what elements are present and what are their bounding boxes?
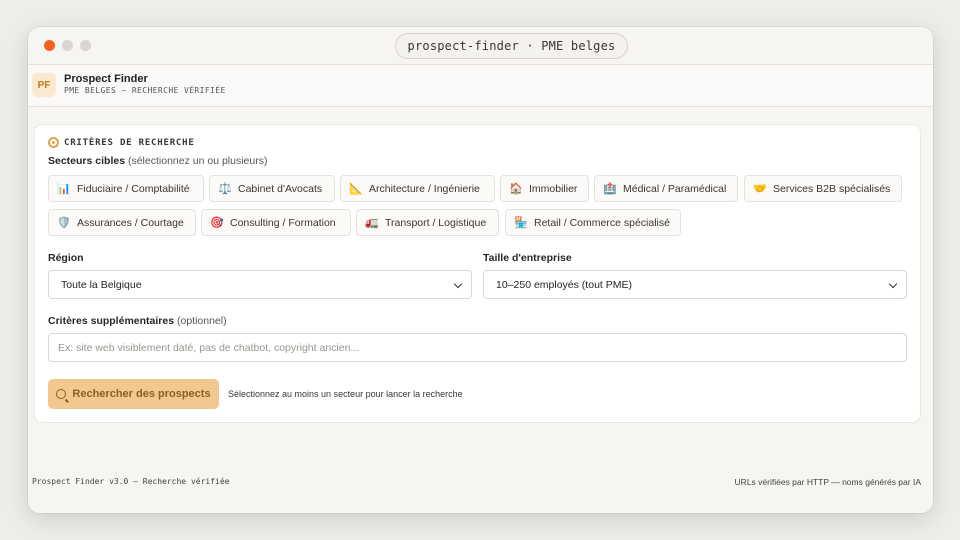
sectors-label: Secteurs cibles (sélectionnez un ou plus… [48, 155, 267, 167]
footer-version: Prospect Finder v3.0 — Recherche vérifié… [32, 477, 230, 486]
card-title-text: CRITÈRES DE RECHERCHE [64, 137, 195, 148]
chart-icon: 📊 [57, 183, 71, 195]
close-window-button[interactable] [44, 40, 55, 51]
extra-criteria-label: Critères supplémentaires (optionnel) [48, 315, 227, 327]
sector-chip-avocats[interactable]: ⚖️ Cabinet d'Avocats [209, 175, 335, 202]
sector-chip-label: Médical / Paramédical [623, 182, 727, 195]
size-label: Taille d'entreprise [483, 252, 572, 264]
sector-chip-retail[interactable]: 🏪 Retail / Commerce spécialisé [505, 209, 681, 236]
app-logo: PF [32, 73, 56, 97]
main-content: CRITÈRES DE RECHERCHE Secteurs cibles (s… [28, 108, 933, 513]
sector-chip-label: Services B2B spécialisés [773, 182, 891, 195]
sector-chip-label: Consulting / Formation [230, 216, 336, 229]
region-select-value: Toute la Belgique [61, 278, 142, 291]
card-title: CRITÈRES DE RECHERCHE [48, 137, 195, 148]
region-select[interactable]: Toute la Belgique [48, 270, 472, 299]
chevron-down-icon [888, 279, 898, 289]
target-dart-icon: 🎯 [210, 217, 224, 229]
house-icon: 🏠 [509, 183, 523, 195]
search-button-label: Rechercher des prospects [72, 388, 211, 400]
sector-chip-architecture[interactable]: 📐 Architecture / Ingénierie [340, 175, 495, 202]
sector-chip-medical[interactable]: 🏥 Médical / Paramédical [594, 175, 738, 202]
footer-note: URLs vérifiées par HTTP — noms générés p… [734, 477, 921, 487]
sector-chip-transport[interactable]: 🚛 Transport / Logistique [356, 209, 499, 236]
ruler-triangle-icon: 📐 [349, 183, 363, 195]
sector-chip-label: Cabinet d'Avocats [238, 182, 323, 195]
search-hint: Sélectionnez au moins un secteur pour la… [228, 389, 463, 399]
sector-chip-assurances[interactable]: 🛡️ Assurances / Courtage [48, 209, 196, 236]
sector-chip-fiduciaire[interactable]: 📊 Fiduciaire / Comptabilité [48, 175, 204, 202]
sector-chip-immobilier[interactable]: 🏠 Immobilier [500, 175, 589, 202]
app-subtitle: PME BELGES — RECHERCHE VÉRIFIÉE [64, 86, 226, 95]
sector-chip-label: Fiduciaire / Comptabilité [77, 182, 190, 195]
store-icon: 🏪 [514, 217, 528, 229]
chevron-down-icon [453, 279, 463, 289]
scales-icon: ⚖️ [218, 183, 232, 195]
target-icon [48, 137, 59, 148]
extra-criteria-hint: (optionnel) [176, 315, 227, 327]
title-bar: prospect-finder · PME belges [28, 27, 933, 65]
shield-icon: 🛡️ [57, 217, 71, 229]
app-header: PF Prospect Finder PME BELGES — RECHERCH… [28, 65, 933, 107]
sector-chip-label: Transport / Logistique [385, 216, 487, 229]
hospital-icon: 🏥 [603, 183, 617, 195]
sectors-hint: (sélectionnez un ou plusieurs) [127, 155, 268, 167]
company-size-select-value: 10–250 employés (tout PME) [496, 278, 632, 291]
sector-chip-label: Immobilier [529, 182, 578, 195]
sector-chip-label: Assurances / Courtage [77, 216, 184, 229]
extra-criteria-input[interactable] [48, 333, 907, 362]
app-window: prospect-finder · PME belges PF Prospect… [28, 27, 933, 513]
truck-icon: 🚛 [365, 217, 379, 229]
sector-chip-consulting[interactable]: 🎯 Consulting / Formation [201, 209, 351, 236]
extra-criteria-label-text: Critères supplémentaires [48, 315, 175, 327]
search-prospects-button[interactable]: Rechercher des prospects [48, 379, 219, 409]
sector-chip-label: Retail / Commerce spécialisé [534, 216, 670, 229]
search-icon [56, 389, 67, 399]
handshake-icon: 🤝 [753, 183, 767, 195]
search-criteria-card: CRITÈRES DE RECHERCHE Secteurs cibles (s… [34, 124, 921, 423]
sector-chip-b2b[interactable]: 🤝 Services B2B spécialisés [744, 175, 902, 202]
window-title-pill: prospect-finder · PME belges [395, 33, 628, 59]
minimize-window-button[interactable] [62, 40, 73, 51]
sectors-label-text: Secteurs cibles [48, 155, 126, 167]
company-size-select[interactable]: 10–250 employés (tout PME) [483, 270, 907, 299]
app-title: Prospect Finder [64, 73, 148, 85]
maximize-window-button[interactable] [80, 40, 91, 51]
region-label: Région [48, 252, 84, 264]
sector-chip-label: Architecture / Ingénierie [369, 182, 480, 195]
